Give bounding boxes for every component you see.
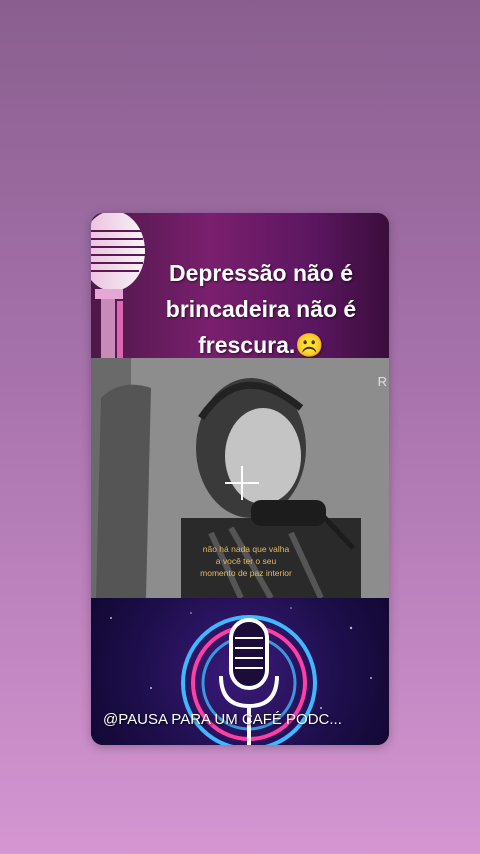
title-line: brincadeira não é: [165, 296, 357, 322]
video-frame[interactable]: R não há nada que valha a você ter o seu…: [91, 358, 389, 598]
crosshair-icon: [225, 466, 259, 500]
subtitle-line: não há nada que valha: [202, 544, 290, 554]
subtitle-line: momento de paz interior: [200, 568, 292, 578]
channel-banner[interactable]: @PAUSA PARA UM CAFÉ PODC...: [91, 598, 389, 745]
channel-name[interactable]: @PAUSA PARA UM CAFÉ PODC...: [103, 711, 383, 728]
video-subtitles: não há nada que valha a você ter o seu m…: [171, 543, 321, 579]
subtitle-line: a você ter o seu: [215, 556, 277, 566]
post-card[interactable]: Depressão não é brincadeira não é frescu…: [91, 213, 389, 745]
title-line: Depressão não é: [168, 260, 354, 286]
post-header: Depressão não é brincadeira não é frescu…: [91, 213, 389, 358]
post-title: Depressão não é brincadeira não é frescu…: [141, 255, 381, 363]
video-corner-mark: R: [377, 374, 387, 389]
